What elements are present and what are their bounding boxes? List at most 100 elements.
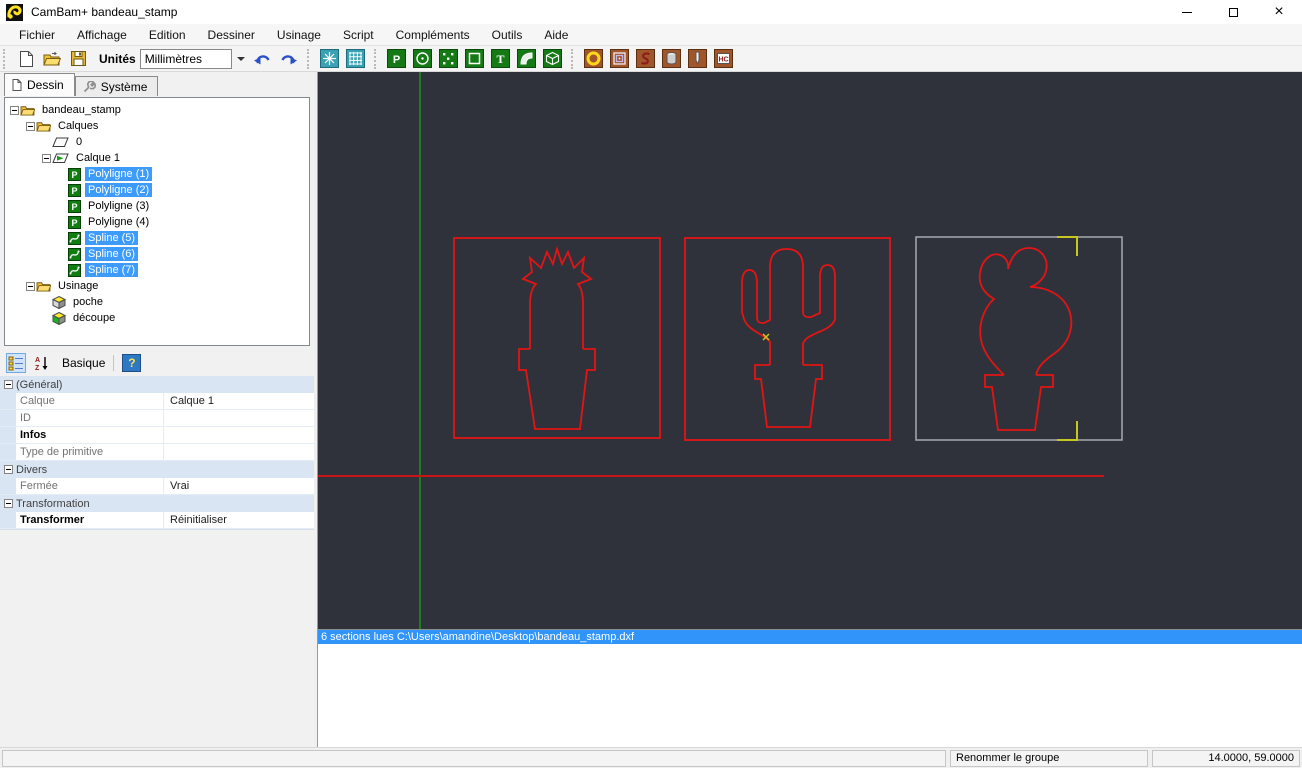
menu-item-affichage[interactable]: Affichage	[66, 25, 138, 45]
tree-item[interactable]: Calque 1	[5, 150, 309, 166]
mop-profile-button[interactable]	[609, 48, 631, 70]
property-row[interactable]: ID	[0, 410, 314, 427]
help-button[interactable]: ?	[122, 354, 142, 372]
units-value[interactable]: Millimètres	[139, 48, 232, 69]
property-category[interactable]: Divers	[0, 461, 314, 478]
stamp-frame-1[interactable]	[453, 237, 661, 439]
restore-button[interactable]	[1210, 0, 1256, 24]
tree-item-label[interactable]: Calque 1	[73, 151, 123, 165]
property-value[interactable]	[164, 444, 314, 460]
property-value[interactable]	[164, 427, 314, 443]
close-button[interactable]: ×	[1256, 0, 1302, 24]
menu-item-usinage[interactable]: Usinage	[266, 25, 332, 45]
cactus-3-body[interactable]	[978, 247, 1073, 376]
tree-item[interactable]: Spline (5)	[5, 230, 309, 246]
collapse-toggle-icon[interactable]	[0, 465, 16, 474]
collapse-toggle-icon[interactable]	[25, 281, 36, 291]
draw-circle-button[interactable]	[412, 48, 434, 70]
tab-dessin[interactable]: Dessin	[4, 73, 75, 96]
property-value[interactable]	[164, 410, 314, 426]
tree-item[interactable]: 0	[5, 134, 309, 150]
property-category[interactable]: (Général)	[0, 376, 314, 393]
tree-item-label[interactable]: Calques	[55, 119, 101, 133]
tree-item[interactable]: Calques	[5, 118, 309, 134]
tree-item[interactable]: P Polyligne (1)	[5, 166, 309, 182]
draw-surface-button[interactable]	[542, 48, 564, 70]
minimize-button[interactable]	[1164, 0, 1210, 24]
drawing-canvas[interactable]	[318, 72, 1302, 629]
tree-item-label[interactable]: Spline (5)	[85, 231, 139, 245]
tree-item-label[interactable]: poche	[70, 295, 106, 309]
draw-points-button[interactable]	[438, 48, 460, 70]
tree-item[interactable]: Usinage	[5, 278, 309, 294]
status-log-line[interactable]: 6 sections lues C:\Users\amandine\Deskto…	[318, 629, 1302, 644]
property-category[interactable]: Transformation	[0, 495, 314, 512]
toolbar-grip[interactable]	[306, 48, 312, 69]
tree-item-label[interactable]: Polyligne (3)	[85, 199, 152, 213]
tree-item-label[interactable]: Polyligne (2)	[85, 183, 153, 197]
tree-item-label[interactable]: Usinage	[55, 279, 101, 293]
tree-item-label[interactable]: bandeau_stamp	[39, 103, 124, 117]
tree-item-label[interactable]: Spline (6)	[85, 247, 139, 261]
units-combobox[interactable]: Millimètres	[139, 48, 248, 69]
mop-lathe-button[interactable]	[687, 48, 709, 70]
tree-item-label[interactable]: 0	[73, 135, 85, 149]
cactus-3-pot[interactable]	[984, 374, 1054, 431]
cactus-1-body[interactable]	[521, 245, 593, 349]
property-row[interactable]: Type de primitive	[0, 444, 314, 461]
collapse-toggle-icon[interactable]	[41, 153, 52, 163]
tree-item[interactable]: bandeau_stamp	[5, 102, 309, 118]
menu-item-script[interactable]: Script	[332, 25, 385, 45]
drawing-tree[interactable]: bandeau_stamp Calques 0 Calque 1 P Polyligne …	[4, 97, 310, 346]
menu-item-fichier[interactable]: Fichier	[8, 25, 66, 45]
tree-item[interactable]: P Polyligne (4)	[5, 214, 309, 230]
mop-pocket-button[interactable]	[583, 48, 605, 70]
mop-drill-button[interactable]	[661, 48, 683, 70]
new-file-button[interactable]	[15, 48, 37, 70]
grid-button[interactable]	[345, 48, 367, 70]
stamp-frame-3-selected[interactable]	[915, 236, 1123, 441]
snap-button[interactable]	[319, 48, 341, 70]
property-row[interactable]: Calque Calque 1	[0, 393, 314, 410]
categorized-view-button[interactable]	[6, 353, 26, 373]
toolbar-grip[interactable]	[570, 48, 576, 69]
stamp-frame-2[interactable]	[684, 237, 891, 441]
cactus-1-pot[interactable]	[518, 348, 596, 430]
undo-button[interactable]	[252, 48, 274, 70]
toolbar-grip[interactable]	[373, 48, 379, 69]
property-row[interactable]: Fermée Vrai	[0, 478, 314, 495]
collapse-toggle-icon[interactable]	[9, 105, 20, 115]
redo-button[interactable]	[278, 48, 300, 70]
tree-item-label[interactable]: Spline (7)	[85, 263, 139, 277]
tree-item-label[interactable]: Polyligne (4)	[85, 215, 152, 229]
property-value[interactable]: Calque 1	[164, 393, 314, 409]
draw-text-button[interactable]: T	[490, 48, 512, 70]
tree-item[interactable]: Spline (7)	[5, 262, 309, 278]
open-file-button[interactable]	[41, 48, 63, 70]
toolbar-grip[interactable]	[3, 48, 8, 69]
menu-item-outils[interactable]: Outils	[481, 25, 534, 45]
menu-item-dessiner[interactable]: Dessiner	[197, 25, 266, 45]
draw-polyline-button[interactable]: P	[386, 48, 408, 70]
tree-item[interactable]: P Polyligne (3)	[5, 198, 309, 214]
mop-engrave-button[interactable]	[635, 48, 657, 70]
cactus-2-body[interactable]	[741, 248, 836, 365]
property-row[interactable]: Transformer Réinitialiser	[0, 512, 314, 529]
draw-arc-button[interactable]	[516, 48, 538, 70]
tree-item[interactable]: poche	[5, 294, 309, 310]
tree-item[interactable]: Spline (6)	[5, 246, 309, 262]
units-dropdown-arrow-icon[interactable]	[234, 49, 248, 69]
menu-item-edition[interactable]: Edition	[138, 25, 197, 45]
collapse-toggle-icon[interactable]	[0, 499, 16, 508]
cactus-2-pot[interactable]	[754, 364, 823, 428]
property-row[interactable]: Infos	[0, 427, 314, 444]
property-value[interactable]: Réinitialiser	[164, 512, 314, 528]
draw-rectangle-button[interactable]	[464, 48, 486, 70]
tree-item[interactable]: découpe	[5, 310, 309, 326]
collapse-toggle-icon[interactable]	[0, 380, 16, 389]
menu-item-aide[interactable]: Aide	[533, 25, 579, 45]
collapse-toggle-icon[interactable]	[25, 121, 36, 131]
menu-item-complments[interactable]: Compléments	[385, 25, 481, 45]
tree-item[interactable]: P Polyligne (2)	[5, 182, 309, 198]
mop-heightcut-button[interactable]: HC	[713, 48, 735, 70]
